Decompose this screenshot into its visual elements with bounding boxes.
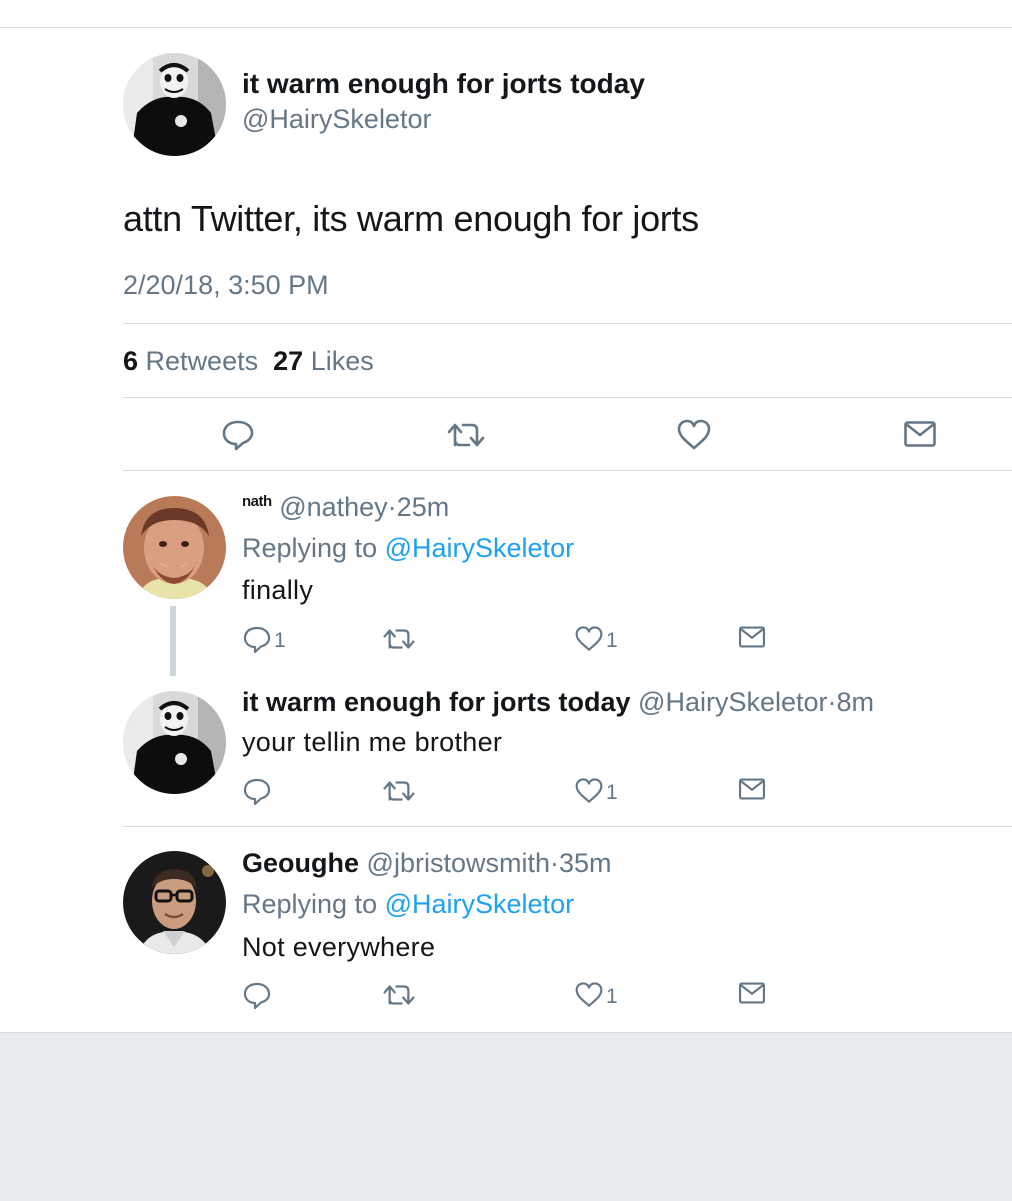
main-tweet: it warm enough for jorts today @HairySke… bbox=[0, 28, 1012, 471]
reply-age: 8m bbox=[836, 687, 875, 717]
reply-text: finally bbox=[242, 575, 314, 605]
retweet-button[interactable] bbox=[382, 777, 416, 811]
reply-header: it warm enough for jorts today @HairySke… bbox=[242, 687, 874, 718]
user-handle[interactable]: @HairySkeletor bbox=[638, 687, 827, 717]
like-icon[interactable] bbox=[676, 418, 712, 452]
like-count[interactable]: 27 bbox=[273, 346, 303, 376]
retweets-label[interactable]: Retweets bbox=[146, 346, 259, 376]
avatar[interactable] bbox=[123, 691, 226, 794]
retweet-icon bbox=[383, 781, 415, 801]
likes-label[interactable]: Likes bbox=[311, 346, 374, 376]
reply-header: nath @nathey·25m bbox=[242, 492, 449, 523]
like-count: 1 bbox=[606, 629, 618, 652]
reply-tweet[interactable]: it warm enough for jorts today @HairySke… bbox=[0, 676, 1012, 826]
reply-icon bbox=[243, 626, 271, 654]
reply-age: 35m bbox=[558, 848, 612, 878]
reply-action-bar: 1 1 bbox=[242, 625, 782, 659]
retweet-count[interactable]: 6 bbox=[123, 346, 138, 376]
message-icon bbox=[738, 982, 766, 1004]
nath-avatar-image bbox=[123, 496, 226, 599]
display-name[interactable]: nath bbox=[242, 493, 272, 510]
user-handle[interactable]: @jbristowsmith bbox=[367, 848, 550, 878]
reply-text: your tellin me brother bbox=[242, 727, 503, 757]
like-icon bbox=[575, 982, 603, 1007]
like-button[interactable]: 1 bbox=[574, 981, 618, 1015]
message-icon bbox=[738, 778, 766, 800]
display-name[interactable]: it warm enough for jorts today bbox=[242, 68, 645, 100]
reply-action-bar: 1 bbox=[242, 981, 782, 1015]
message-button[interactable] bbox=[738, 625, 766, 659]
like-icon bbox=[575, 778, 603, 803]
mention-link[interactable]: @HairySkeletor bbox=[385, 533, 574, 563]
reply-icon[interactable] bbox=[220, 417, 256, 453]
tweet-stats: 6 Retweets 27 Likes bbox=[123, 346, 374, 377]
mention-link[interactable]: @HairySkeletor bbox=[385, 889, 574, 919]
thread-connector bbox=[170, 606, 176, 676]
replying-label: Replying to bbox=[242, 533, 378, 563]
separator-dot: · bbox=[827, 687, 837, 717]
skeletor-avatar-image bbox=[123, 691, 226, 794]
retweet-icon bbox=[383, 985, 415, 1005]
skeletor-avatar-image bbox=[123, 53, 226, 156]
tweet-timestamp: 2/20/18, 3:50 PM bbox=[123, 270, 329, 300]
replying-to: Replying to @HairySkeletor bbox=[242, 533, 574, 564]
reply-button[interactable]: 1 bbox=[242, 625, 286, 659]
avatar[interactable] bbox=[123, 53, 226, 156]
display-name[interactable]: it warm enough for jorts today bbox=[242, 687, 631, 717]
reply-text: Not everywhere bbox=[242, 932, 436, 962]
reply-tweet[interactable]: Geoughe @jbristowsmith·35m Replying to @… bbox=[0, 827, 1012, 1032]
reply-button[interactable] bbox=[242, 981, 272, 1015]
like-icon bbox=[575, 626, 603, 651]
message-icon[interactable] bbox=[903, 420, 937, 448]
retweet-icon[interactable] bbox=[446, 419, 486, 451]
retweet-button[interactable] bbox=[382, 981, 416, 1015]
header-bar bbox=[0, 0, 1012, 28]
separator-dot: · bbox=[387, 492, 397, 522]
separator-dot: · bbox=[549, 848, 559, 878]
reply-action-bar: 1 bbox=[242, 777, 782, 811]
like-count: 1 bbox=[606, 781, 618, 804]
divider bbox=[123, 323, 1012, 324]
page-background bbox=[0, 1032, 1012, 1201]
like-count: 1 bbox=[606, 985, 618, 1008]
display-name[interactable]: Geoughe bbox=[242, 848, 359, 878]
replying-to: Replying to @HairySkeletor bbox=[242, 889, 574, 920]
like-button[interactable]: 1 bbox=[574, 625, 618, 659]
reply-header: Geoughe @jbristowsmith·35m bbox=[242, 848, 612, 879]
user-handle[interactable]: @nathey bbox=[279, 492, 387, 522]
reply-tweet[interactable]: nath @nathey·25m Replying to @HairySkele… bbox=[0, 471, 1012, 676]
avatar[interactable] bbox=[123, 496, 226, 599]
avatar[interactable] bbox=[123, 851, 226, 954]
retweet-icon bbox=[383, 629, 415, 649]
reply-count: 1 bbox=[274, 629, 286, 652]
divider bbox=[123, 397, 1012, 398]
reply-button[interactable] bbox=[242, 777, 272, 811]
reply-icon bbox=[243, 778, 271, 806]
geoughe-avatar-image bbox=[123, 851, 226, 954]
message-icon bbox=[738, 626, 766, 648]
tweet-text: attn Twitter, its warm enough for jorts bbox=[123, 198, 699, 239]
message-button[interactable] bbox=[738, 777, 766, 811]
like-button[interactable]: 1 bbox=[574, 777, 618, 811]
reply-age: 25m bbox=[396, 492, 450, 522]
user-handle[interactable]: @HairySkeletor bbox=[242, 104, 431, 135]
retweet-button[interactable] bbox=[382, 625, 416, 659]
replying-label: Replying to bbox=[242, 889, 378, 919]
message-button[interactable] bbox=[738, 981, 766, 1015]
reply-icon bbox=[243, 982, 271, 1010]
